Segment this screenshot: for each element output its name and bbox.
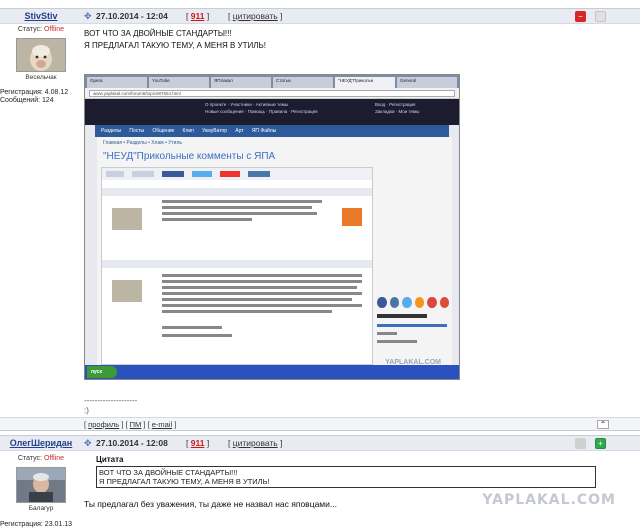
address-text: www.yaplakal.com/forum5/topic987654.html: [89, 90, 455, 97]
vote-up-button[interactable]: [595, 11, 606, 22]
profile-link[interactable]: профиль: [88, 420, 119, 429]
site-sidebar: [377, 297, 449, 367]
start-button: пуск: [87, 366, 117, 378]
author-link[interactable]: StivStiv: [0, 11, 82, 21]
status-offline: Offline: [43, 26, 65, 33]
status-line: Статус: Offline: [17, 455, 65, 462]
post-olegsheridan: ОлегШеридан ✥ 27.10.2014 - 12:08 [ 911 ]…: [0, 431, 640, 531]
post-header: ОлегШеридан ✥ 27.10.2014 - 12:08 [ 911 ]…: [0, 435, 640, 451]
author-info: Статус: Offline Балагур: [0, 455, 82, 512]
author-info: Статус: Offline Весельчак: [0, 26, 82, 81]
site-breadcrumb: Главная • Разделы • Хлам • Утиль: [103, 140, 182, 146]
post-link-icon[interactable]: ✥: [84, 438, 92, 449]
site-logo: YAPLAKAL.COM: [482, 492, 616, 508]
post-footer-bar: [ профиль ] [ ПМ ] [ e-mail ] ⌃: [0, 417, 640, 431]
avatar[interactable]: [16, 38, 66, 72]
site-content: [101, 167, 373, 365]
status-line: Статус: Offline: [17, 26, 65, 33]
registration-date: Регистрация: 23.01.13: [0, 521, 73, 528]
post-text-line: ВОТ ЧТО ЗА ДВОЙНЫЕ СТАНДАРТЫ!!!: [84, 29, 232, 38]
vote-down-button[interactable]: [575, 438, 586, 449]
email-link[interactable]: e-mail: [152, 420, 172, 429]
post-date: 27.10.2014 - 12:08: [96, 438, 168, 448]
scroll-top-icon[interactable]: ⌃: [597, 420, 609, 429]
quote-button[interactable]: [ цитировать ]: [228, 438, 282, 448]
attached-screenshot[interactable]: Opera YouTube ЯПлакал Статьи "НЕУД"Прико…: [84, 74, 460, 380]
avatar-label: Балагур: [28, 505, 54, 512]
post-stivstiv: StivStiv ✥ 27.10.2014 - 12:04 [ 911 ] [ …: [0, 0, 640, 417]
browser-tab: Статьи: [273, 77, 333, 88]
site-nav: Разделы Посты Общение Клип УкмуВатор Арт…: [95, 125, 449, 137]
post-number[interactable]: [ 911 ]: [186, 438, 209, 448]
registration-date: Регистрация: 4.08.12: [0, 89, 69, 96]
post-link-icon[interactable]: ✥: [84, 11, 92, 22]
message-count: Сообщений: 124: [0, 97, 54, 104]
post-text-line: Я ПРЕДЛАГАЛ ТАКУЮ ТЕМУ, А МЕНЯ В УТИЛЬ!: [84, 41, 266, 50]
browser-tab: "НЕУД"Прикольн: [335, 77, 395, 88]
browser-tab: General: [397, 77, 457, 88]
post-text: ВОТ ЧТО ЗА ДВОЙНЫЕ СТАНДАРТЫ!!! Я ПРЕДЛА…: [84, 28, 266, 52]
site-page: Главная • Разделы • Хлам • Утиль "НЕУД"П…: [97, 137, 452, 369]
signature: -------------------- :): [84, 396, 138, 415]
post-header: StivStiv ✥ 27.10.2014 - 12:04 [ 911 ] [ …: [0, 8, 640, 24]
quote-block: Цитата ВОТ ЧТО ЗА ДВОЙНЫЕ СТАНДАРТЫ!!! Я…: [96, 455, 596, 488]
vote-down-button[interactable]: −: [575, 11, 586, 22]
post-text: Ты предлагал без уважения, ты даже не на…: [84, 499, 337, 509]
status-offline: Offline: [43, 455, 65, 462]
avatar-label: Весельчак: [25, 74, 57, 81]
vote-up-button[interactable]: +: [595, 438, 606, 449]
pm-link[interactable]: ПМ: [130, 420, 142, 429]
author-link[interactable]: ОлегШеридан: [0, 438, 82, 448]
post-date: 27.10.2014 - 12:04: [96, 11, 168, 21]
site-topic-title: "НЕУД"Прикольные комменты с ЯПА: [103, 151, 276, 162]
post-number[interactable]: [ 911 ]: [186, 11, 209, 21]
social-icons: [377, 297, 449, 308]
quote-button[interactable]: [ цитировать ]: [228, 11, 282, 21]
site-header: О проекте · Участники · Активные темы Но…: [85, 99, 459, 125]
quote-body: ВОТ ЧТО ЗА ДВОЙНЫЕ СТАНДАРТЫ!!! Я ПРЕДЛА…: [96, 466, 596, 488]
avatar[interactable]: [16, 467, 66, 503]
windows-taskbar: пуск: [85, 365, 459, 379]
browser-tab: YouTube: [149, 77, 209, 88]
browser-tab: Opera: [87, 77, 147, 88]
browser-tab: ЯПлакал: [211, 77, 271, 88]
quote-title: Цитата: [96, 455, 124, 464]
browser-tabs: Opera YouTube ЯПлакал Статьи "НЕУД"Прико…: [85, 75, 459, 88]
browser-address-bar: www.yaplakal.com/forum5/topic987654.html: [85, 88, 459, 99]
